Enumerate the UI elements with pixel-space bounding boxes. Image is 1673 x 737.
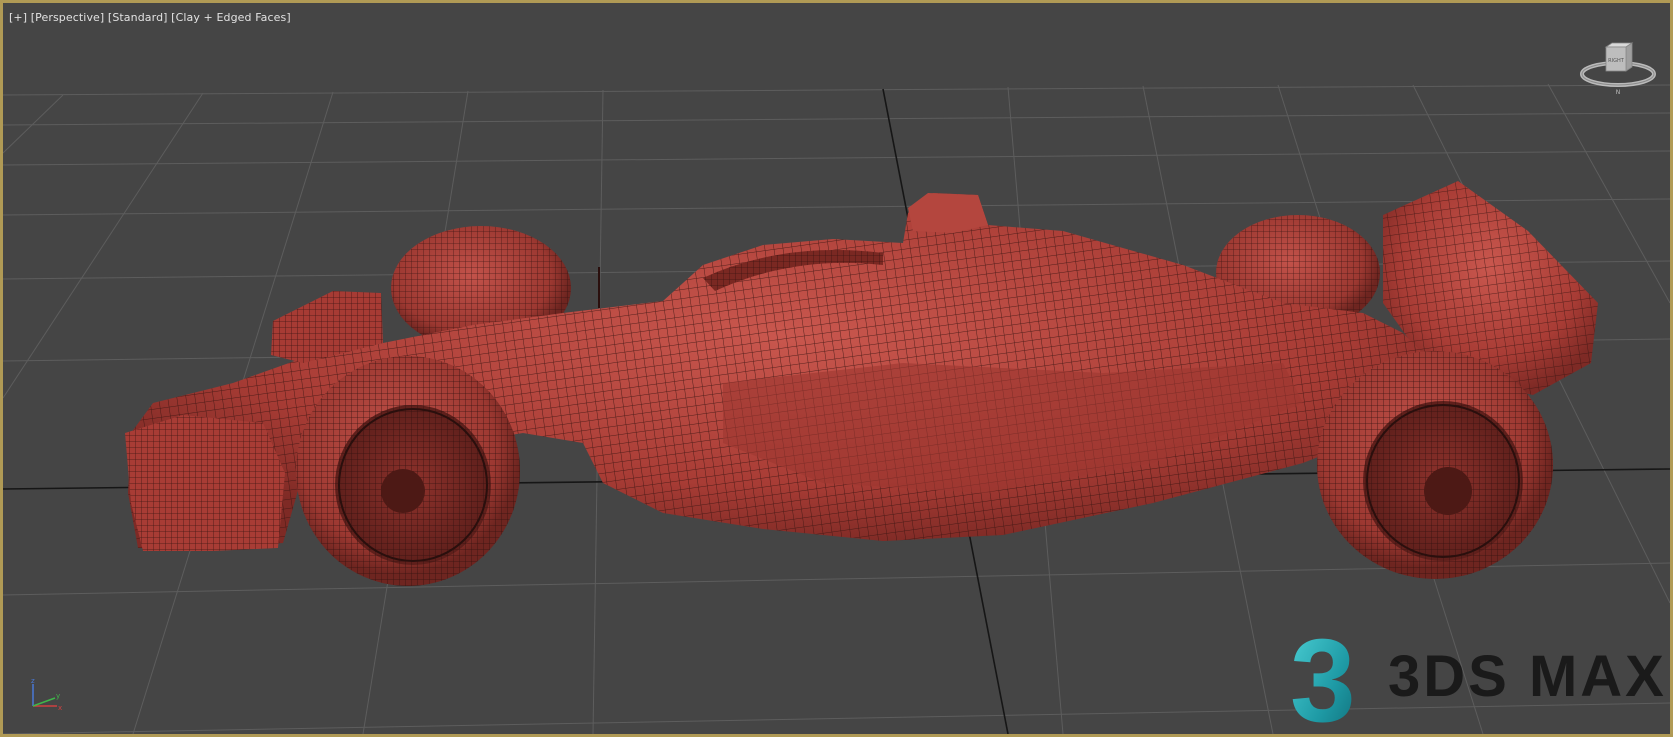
viewport-label-menus: [+] [Perspective] [Standard] [Clay + Edg…: [9, 11, 291, 24]
axis-y-label: y: [56, 692, 60, 700]
viewcube-compass-letter: N: [1616, 89, 1621, 96]
f1-car-model: [125, 181, 1598, 586]
front-near-tire: [296, 356, 520, 586]
rear-near-tire: [1317, 351, 1553, 579]
viewport-point-of-view-menu[interactable]: [Perspective]: [31, 11, 105, 24]
viewcube[interactable]: RIGHT N: [1578, 39, 1658, 99]
app-logo: 3 3DS MAX: [1288, 621, 1668, 731]
viewport-shading-menu[interactable]: [Standard]: [108, 11, 168, 24]
viewcube-box: RIGHT: [1604, 42, 1634, 72]
axis-z-label: z: [31, 677, 35, 685]
viewport-display-mode-menu[interactable]: [Clay + Edged Faces]: [171, 11, 291, 24]
axis-y-line: [32, 697, 56, 707]
3ds-max-logo-icon: 3: [1290, 621, 1356, 731]
viewport-general-menu[interactable]: [+]: [9, 11, 27, 24]
perspective-viewport[interactable]: [+] [Perspective] [Standard] [Clay + Edg…: [0, 0, 1673, 737]
logo-text: 3DS MAX: [1388, 644, 1667, 709]
airbox: [908, 193, 988, 233]
axis-x-label: x: [58, 704, 62, 712]
logo-glyph: 3: [1290, 621, 1356, 731]
axis-tripod: z x y: [31, 677, 62, 712]
viewcube-face-label: RIGHT: [1608, 58, 1625, 64]
